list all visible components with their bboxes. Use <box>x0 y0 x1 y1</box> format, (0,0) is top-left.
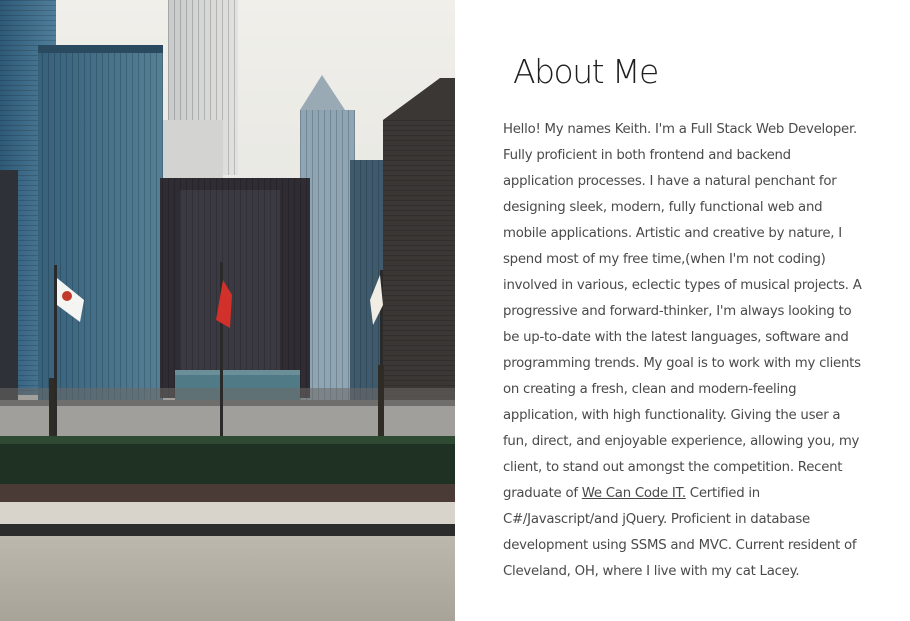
page-title: About Me <box>513 52 659 91</box>
bio-paragraph: Hello! My names Keith. I'm a Full Stack … <box>503 117 863 585</box>
we-can-code-it-link[interactable]: We Can Code IT. <box>582 486 686 501</box>
city-skyline-photo <box>0 0 455 621</box>
about-page: About Me Hello! My names Keith. I'm a Fu… <box>0 0 910 621</box>
about-section: About Me Hello! My names Keith. I'm a Fu… <box>455 0 910 621</box>
bio-text-intro: Hello! My names Keith. I'm a Full Stack … <box>503 122 862 501</box>
